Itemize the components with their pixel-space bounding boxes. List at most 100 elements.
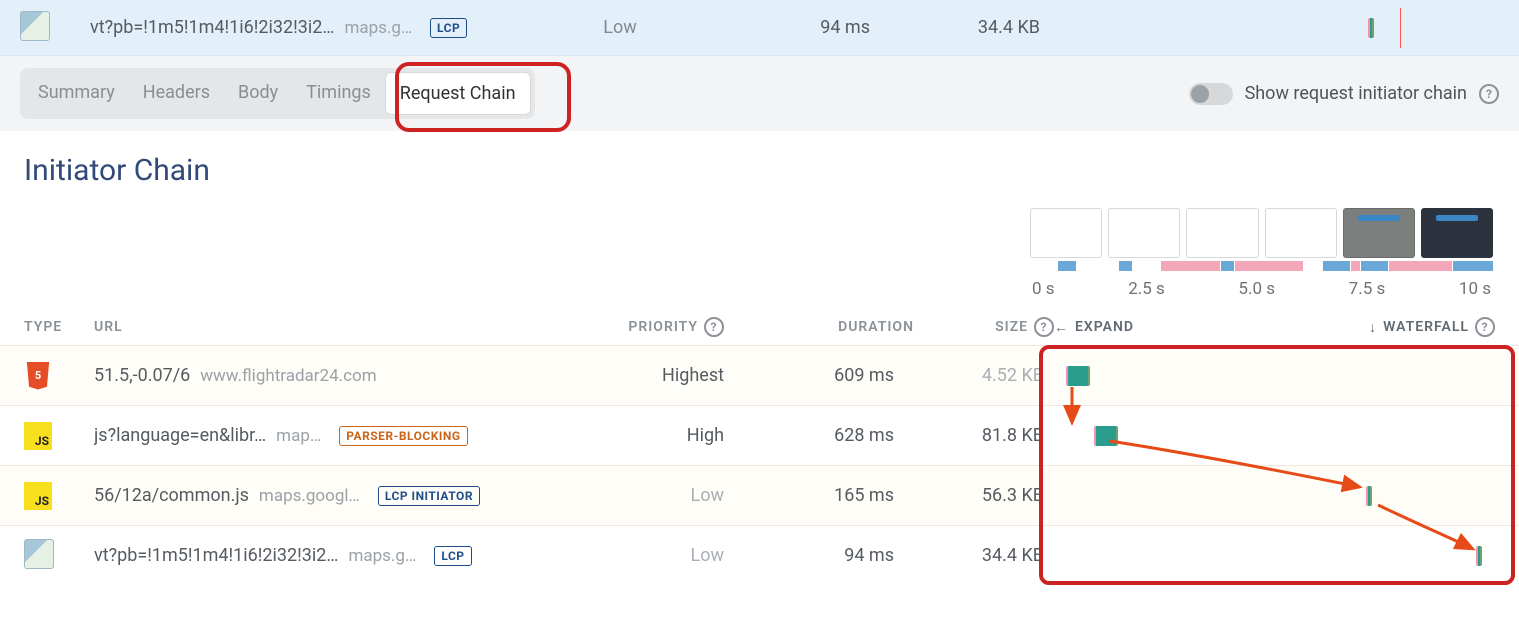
row-url-cell: 51.5,-0.07/6www.flightradar24.com (94, 365, 604, 386)
axis-tick: 10 s (1459, 279, 1491, 299)
filmstrip-scrub-bar[interactable] (1030, 261, 1493, 271)
detail-tabs-bar: SummaryHeadersBodyTimingsRequest Chain S… (0, 56, 1519, 131)
tab-timings[interactable]: Timings (292, 72, 385, 115)
row-duration: 609 ms (724, 365, 914, 386)
row-host: map… (276, 426, 321, 446)
row-duration: 628 ms (724, 425, 914, 446)
axis-tick: 0 s (1032, 279, 1055, 299)
toggle-label: Show request initiator chain (1245, 83, 1467, 104)
th-size[interactable]: SIZE? (914, 317, 1054, 337)
request-host: maps.g… (344, 18, 412, 38)
request-url: vt?pb=!1m5!1m4!1i6!2i32!3i2… (90, 17, 334, 38)
request-badge-cell: LCP (430, 17, 520, 38)
request-waterfall-cell (1050, 8, 1511, 48)
row-type-icon: JS (24, 482, 94, 510)
filmstrip-thumb[interactable] (1030, 208, 1102, 258)
filmstrip-thumb[interactable] (1343, 208, 1415, 258)
row-priority: Highest (604, 365, 724, 386)
filmstrip-area: 0 s 2.5 s 5.0 s 7.5 s 10 s (0, 208, 1519, 299)
row-priority: Low (604, 485, 724, 506)
row-url: js?language=en&libr… (94, 425, 266, 446)
row-duration: 94 ms (724, 545, 914, 566)
waterfall-bar (1066, 366, 1090, 386)
row-waterfall (1054, 356, 1495, 396)
row-waterfall (1054, 476, 1495, 516)
map-tile-icon (20, 11, 50, 41)
row-url: vt?pb=!1m5!1m4!1i6!2i32!3i2… (94, 545, 338, 566)
request-size: 34.4 KB (890, 17, 1050, 38)
js-icon: JS (24, 422, 52, 450)
chain-table-body: 5 51.5,-0.07/6www.flightradar24.comHighes… (0, 345, 1519, 585)
row-size: 56.3 KB (914, 485, 1054, 506)
waterfall-bar (1476, 546, 1482, 566)
tab-headers[interactable]: Headers (129, 72, 224, 115)
row-size: 34.4 KB (914, 545, 1054, 566)
row-host: maps.googl… (259, 486, 360, 506)
chain-row[interactable]: JS 56/12a/common.js maps.googl… LCP INITIAT… (0, 465, 1519, 525)
th-type[interactable]: TYPE (24, 317, 94, 337)
th-duration[interactable]: DURATION (724, 317, 914, 337)
row-badge: LCP (434, 546, 471, 566)
time-axis: 0 s 2.5 s 5.0 s 7.5 s 10 s (1032, 279, 1491, 299)
help-icon[interactable]: ? (1475, 317, 1495, 337)
filmstrip-thumb[interactable] (1186, 208, 1258, 258)
waterfall-bar (1366, 486, 1372, 506)
waterfall-bar (1094, 426, 1118, 446)
filmstrip[interactable] (1030, 208, 1493, 258)
tab-summary[interactable]: Summary (24, 72, 129, 115)
row-host: www.flightradar24.com (200, 366, 376, 386)
detail-tabs: SummaryHeadersBodyTimingsRequest Chain (20, 68, 535, 119)
chain-row[interactable]: vt?pb=!1m5!1m4!1i6!2i32!3i2… maps.g… LCP Lo… (0, 525, 1519, 585)
axis-tick: 2.5 s (1128, 279, 1165, 299)
th-priority[interactable]: PRIORITY? (604, 317, 724, 337)
chain-row[interactable]: 5 51.5,-0.07/6www.flightradar24.comHighes… (0, 345, 1519, 405)
row-badge: LCP INITIATOR (378, 486, 480, 506)
chain-row[interactable]: JSjs?language=en&libr…map…PARSER-BLOCKIN… (0, 405, 1519, 465)
toggle-knob (1191, 85, 1209, 103)
row-url-cell: vt?pb=!1m5!1m4!1i6!2i32!3i2… maps.g… LCP (94, 545, 604, 566)
row-type-icon: JS (24, 422, 94, 450)
th-expand[interactable]: ←EXPAND (1054, 317, 1174, 337)
map-tile-icon (24, 539, 54, 569)
row-priority: High (604, 425, 724, 446)
th-waterfall[interactable]: ↓WATERFALL? (1174, 317, 1495, 337)
request-type-icon (20, 11, 90, 45)
th-url[interactable]: URL (94, 317, 604, 337)
request-priority: Low (520, 17, 720, 38)
tab-request-chain[interactable]: Request Chain (385, 72, 531, 115)
help-icon[interactable]: ? (1034, 317, 1054, 337)
filmstrip-thumb[interactable] (1108, 208, 1180, 258)
request-duration: 94 ms (720, 17, 890, 38)
row-type-icon (24, 539, 94, 573)
html5-icon: 5 (24, 362, 52, 390)
selected-request-row[interactable]: vt?pb=!1m5!1m4!1i6!2i32!3i2… maps.g… LCP… (0, 0, 1519, 56)
row-priority: Low (604, 545, 724, 566)
filmstrip-thumb[interactable] (1265, 208, 1337, 258)
help-icon[interactable]: ? (1479, 84, 1499, 104)
section-title: Initiator Chain (0, 131, 1519, 198)
waterfall-bar (1368, 18, 1374, 38)
row-url-cell: js?language=en&libr…map…PARSER-BLOCKING (94, 425, 604, 446)
filmstrip-thumb[interactable] (1421, 208, 1493, 258)
chain-table-header: TYPE URL PRIORITY? DURATION SIZE? ←EXPAN… (0, 309, 1519, 345)
initiator-chain-toggle-wrap: Show request initiator chain ? (1189, 83, 1499, 105)
help-icon[interactable]: ? (704, 317, 724, 337)
timing-marker (1400, 8, 1401, 48)
row-host: maps.g… (348, 546, 416, 566)
axis-tick: 5.0 s (1238, 279, 1275, 299)
arrow-left-icon: ← (1054, 319, 1069, 336)
initiator-chain-toggle[interactable] (1189, 83, 1233, 105)
row-size: 81.8 KB (914, 425, 1054, 446)
axis-tick: 7.5 s (1349, 279, 1386, 299)
row-duration: 165 ms (724, 485, 914, 506)
arrow-down-icon: ↓ (1369, 319, 1377, 336)
row-url: 56/12a/common.js (94, 485, 249, 506)
tab-body[interactable]: Body (224, 72, 292, 115)
row-waterfall (1054, 536, 1495, 576)
row-size: 4.52 KB (914, 365, 1054, 386)
js-icon: JS (24, 482, 52, 510)
row-type-icon: 5 (24, 362, 94, 390)
lcp-badge: LCP (430, 18, 467, 38)
request-url-cell: vt?pb=!1m5!1m4!1i6!2i32!3i2… maps.g… (90, 17, 430, 38)
row-url-cell: 56/12a/common.js maps.googl… LCP INITIATOR (94, 485, 604, 506)
